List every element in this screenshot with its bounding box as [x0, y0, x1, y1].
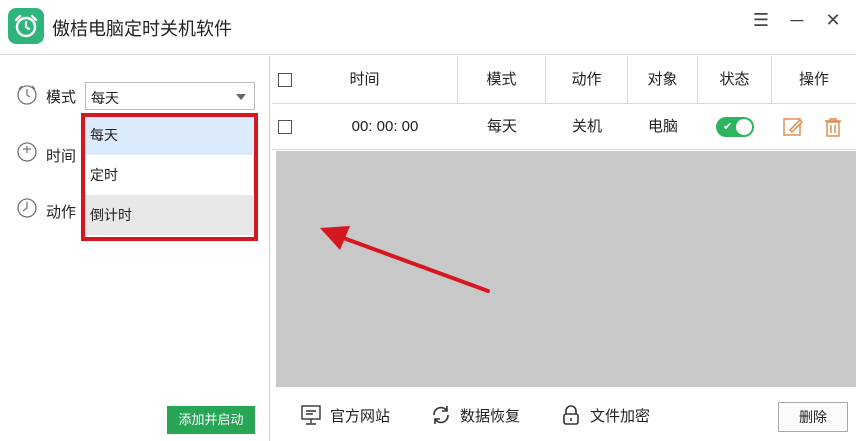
lock-icon: [563, 405, 579, 425]
file-encrypt-link[interactable]: 文件加密: [560, 403, 650, 427]
row-checkbox[interactable]: [278, 120, 292, 134]
file-encrypt-label: 文件加密: [590, 407, 651, 425]
official-website-link[interactable]: 官方网站: [300, 403, 390, 427]
header-action: 动作: [546, 56, 628, 104]
action-label: 动作: [46, 204, 77, 221]
table-header: 时间 模式 动作 对象 状态 操作: [272, 56, 856, 104]
table-row[interactable]: 00: 00: 00 每天 关机 电脑 ✔: [272, 104, 856, 150]
header-time-label: 时间: [349, 71, 380, 88]
monitor-icon: [301, 405, 321, 425]
close-button[interactable]: ✕: [818, 8, 848, 32]
minimize-button[interactable]: ─: [782, 8, 812, 32]
select-all-checkbox[interactable]: [278, 73, 292, 87]
data-restore-label: 数据恢复: [460, 407, 521, 425]
row-action: 关机: [571, 118, 602, 135]
header-status: 状态: [698, 56, 772, 104]
alarm-clock-icon: [8, 8, 44, 44]
trash-icon[interactable]: [822, 116, 844, 138]
chevron-down-icon[interactable]: [236, 94, 246, 100]
task-settings-panel: 模式 时间 动作 每天 每天 定时 倒计时 添加并启动: [0, 56, 270, 441]
mode-label: 模式: [46, 89, 77, 106]
status-toggle[interactable]: ✔: [716, 117, 754, 137]
time-icon: [17, 142, 37, 162]
row-time: 00: 00: 00: [351, 118, 419, 135]
header-operation: 操作: [798, 71, 829, 88]
check-icon: ✔: [723, 121, 733, 133]
task-list-panel: 时间 模式 动作 对象 状态 操作 00: 00: 00 每天 关机 电脑 ✔: [272, 56, 856, 441]
delete-button[interactable]: 删除: [778, 402, 848, 432]
mode-select[interactable]: 每天: [85, 82, 255, 110]
time-label: 时间: [46, 148, 77, 165]
toggle-knob: [736, 119, 752, 135]
app-title: 傲桔电脑定时关机软件: [52, 19, 232, 39]
official-website-label: 官方网站: [330, 407, 391, 425]
refresh-icon: [433, 406, 449, 424]
highlight-box: [81, 113, 258, 241]
data-restore-link[interactable]: 数据恢复: [430, 403, 520, 427]
add-and-start-button[interactable]: 添加并启动: [167, 406, 255, 434]
row-mode: 每天: [486, 118, 517, 135]
clock-icon: [17, 85, 37, 105]
menu-button[interactable]: ☰: [746, 8, 776, 32]
empty-list-area: [276, 151, 856, 387]
title-bar: 傲桔电脑定时关机软件 ☰ ─ ✕: [0, 0, 856, 55]
action-icon: [17, 198, 37, 218]
edit-icon[interactable]: [782, 116, 804, 138]
bottom-toolbar: 官方网站 数据恢复 文件加密 删除: [272, 388, 856, 441]
mode-select-value: 每天: [91, 90, 119, 106]
row-target: 电脑: [647, 118, 678, 135]
header-target: 对象: [628, 56, 698, 104]
header-mode: 模式: [458, 56, 546, 104]
header-time: 时间: [272, 56, 458, 104]
